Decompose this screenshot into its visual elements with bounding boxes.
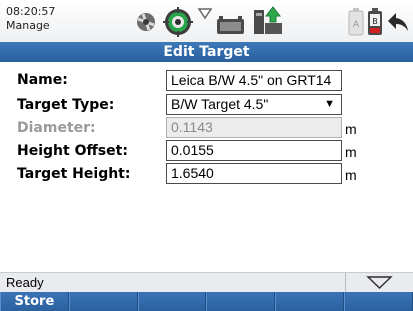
dropdown-caret-icon: ▼ (324, 98, 335, 110)
page-title: Edit Target (0, 42, 413, 62)
triangle-down-icon (366, 276, 393, 289)
clock-time: 08:20:57 (6, 5, 56, 18)
expand-softkeys-button[interactable] (346, 273, 413, 293)
message-bar: Ready (0, 272, 413, 293)
height-offset-field[interactable]: 0.0155 (166, 140, 342, 161)
name-label: Name: (17, 72, 68, 88)
softkey-2[interactable] (68, 292, 138, 311)
svg-text:A: A (353, 20, 360, 30)
softkey-5[interactable] (275, 292, 345, 311)
edit-target-form: Name: Leica B/W 4.5" on GRT14 Target Typ… (0, 62, 413, 272)
softkey-bar: Store (0, 292, 413, 311)
data-upload-icon[interactable] (253, 5, 283, 35)
target-height-unit: m (345, 167, 357, 183)
radio-link-icon[interactable] (197, 6, 213, 20)
system-status-bar: 08:20:57 Manage A B (0, 0, 413, 42)
target-height-label: Target Height: (17, 166, 131, 182)
diameter-field: 0.1143 (166, 117, 342, 138)
battery-a-icon: A (348, 8, 364, 36)
height-offset-label: Height Offset: (17, 143, 128, 159)
name-field[interactable]: Leica B/W 4.5" on GRT14 (166, 70, 342, 91)
satellite-icon[interactable] (135, 11, 157, 33)
svg-text:B: B (372, 17, 378, 26)
target-prism-icon[interactable] (163, 7, 193, 37)
store-button[interactable]: Store (0, 292, 69, 311)
target-type-label: Target Type: (17, 97, 115, 113)
status-text: Ready (6, 275, 44, 290)
diameter-unit: m (345, 121, 357, 137)
softkey-6[interactable] (344, 292, 413, 311)
device-memory-icon[interactable] (216, 16, 246, 36)
softkey-3[interactable] (137, 292, 207, 311)
back-arrow-icon[interactable] (386, 10, 410, 34)
diameter-label: Diameter: (17, 120, 96, 136)
height-offset-unit: m (345, 144, 357, 160)
clock-panel: 08:20:57 Manage (6, 5, 55, 33)
battery-b-icon: B (368, 8, 382, 35)
target-height-field[interactable]: 1.6540 (166, 163, 342, 184)
target-type-select[interactable]: B/W Target 4.5" ▼ (166, 94, 342, 115)
target-type-value: B/W Target 4.5" (171, 96, 269, 112)
softkey-4[interactable] (206, 292, 276, 311)
mode-label: Manage (6, 19, 50, 32)
